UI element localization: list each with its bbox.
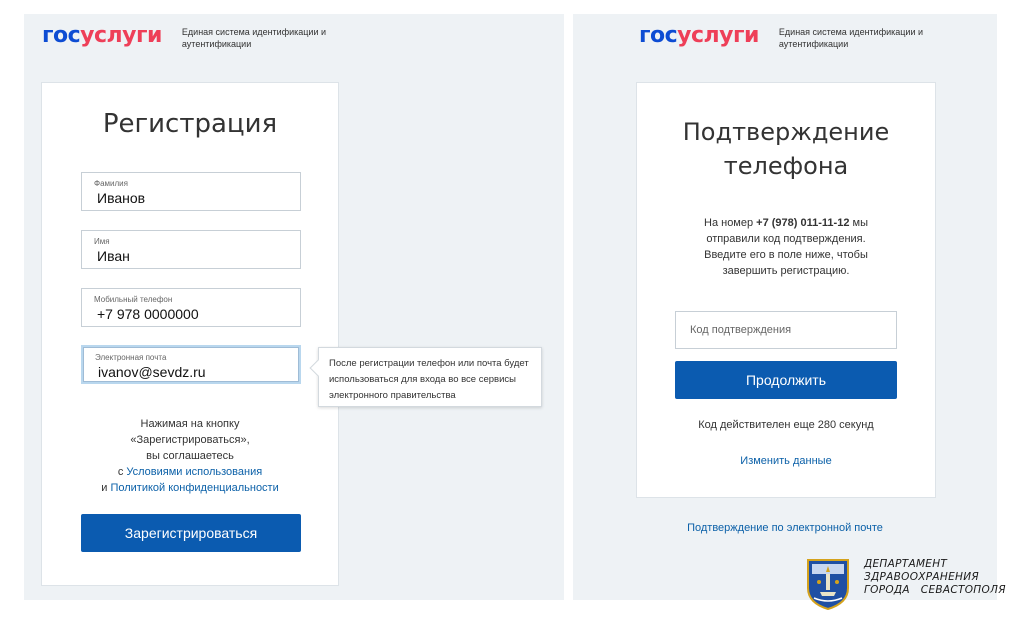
info-pre: На номер — [704, 217, 757, 229]
department-line-2: ЗДРАВООХРАНЕНИЯ — [864, 571, 979, 583]
confirmation-info: На номер +7 (978) 011-11-12 мы отправили… — [637, 215, 935, 279]
gosuslugi-logo[interactable]: госуслуги Единая система идентификации и… — [42, 24, 352, 50]
terms-link[interactable]: Условиями использования — [126, 466, 262, 478]
title-line-1: Подтверждение — [682, 118, 890, 146]
info-line-3: Введите его в поле ниже, чтобы — [704, 249, 868, 261]
phone-value: +7 978 0000000 — [97, 306, 199, 322]
logo-gos: гос — [639, 23, 678, 48]
logo-wordmark: госуслуги — [42, 24, 162, 48]
page-title: Регистрация — [102, 109, 278, 139]
registration-card: Регистрация Фамилия Иванов Имя Иван Моби… — [41, 82, 339, 586]
info-line-2: отправили код подтверждения. — [706, 233, 866, 245]
registration-panel: госуслуги Единая система идентификации и… — [24, 14, 564, 600]
info-line-4: завершить регистрацию. — [722, 265, 850, 277]
department-line-3: ГОРОДА СЕВАСТОПОЛЯ — [864, 584, 1006, 596]
logo-subtitle: Единая система идентификации и аутентифи… — [181, 27, 326, 49]
change-data-link[interactable]: Изменить данные — [637, 455, 935, 467]
name-label: Имя — [94, 237, 110, 246]
email-value: ivanov@sevdz.ru — [98, 364, 206, 380]
agreement-line-1: Нажимая на кнопку — [140, 418, 240, 430]
email-field[interactable]: Электронная почта ivanov@sevdz.ru — [81, 345, 301, 384]
name-value: Иван — [97, 248, 130, 264]
gosuslugi-logo[interactable]: госуслуги Единая система идентификации и… — [639, 24, 949, 50]
confirmation-code-input[interactable] — [676, 312, 896, 348]
privacy-link[interactable]: Политикой конфиденциальности — [110, 482, 278, 494]
department-name: ДЕПАРТАМЕНТ ЗДРАВООХРАНЕНИЯ ГОРОДА СЕВАС… — [864, 558, 1006, 597]
surname-label: Фамилия — [94, 179, 128, 188]
surname-value: Иванов — [97, 190, 146, 206]
name-field[interactable]: Имя Иван — [81, 230, 301, 269]
department-logo: ДЕПАРТАМЕНТ ЗДРАВООХРАНЕНИЯ ГОРОДА СЕВАС… — [806, 558, 1006, 610]
logo-subtitle: Единая система идентификации и аутентифи… — [778, 27, 923, 49]
logo-uslugi: услуги — [80, 23, 162, 48]
surname-field[interactable]: Фамилия Иванов — [81, 172, 301, 211]
confirmation-code-field[interactable] — [675, 311, 897, 349]
logo-wordmark: госуслуги — [639, 24, 759, 48]
tooltip-text: После регистрации телефон или почта буде… — [329, 358, 529, 401]
email-tooltip: После регистрации телефон или почта буде… — [309, 347, 542, 407]
continue-button[interactable]: Продолжить — [675, 361, 897, 399]
info-post: мы — [849, 217, 868, 229]
agreement-line-2: «Зарегистрироваться», — [130, 434, 250, 446]
confirmation-card: Подтверждение телефона На номер +7 (978)… — [636, 82, 936, 498]
email-confirmation-link[interactable]: Подтверждение по электронной почте — [573, 522, 997, 534]
email-label: Электронная почта — [95, 353, 167, 362]
info-phone-number: +7 (978) 011-11-12 — [756, 217, 850, 229]
title-line-2: телефона — [723, 152, 849, 180]
phone-confirmation-panel: госуслуги Единая система идентификации и… — [573, 14, 997, 600]
register-button[interactable]: Зарегистрироваться — [81, 514, 301, 552]
logo-gos: гос — [42, 23, 81, 48]
logo-uslugi: услуги — [677, 23, 759, 48]
code-timer: Код действителен еще 280 секунд — [698, 419, 874, 431]
agreement-text: Нажимая на кнопку «Зарегистрироваться», … — [42, 416, 338, 496]
phone-field[interactable]: Мобильный телефон +7 978 0000000 — [81, 288, 301, 327]
department-line-1: ДЕПАРТАМЕНТ — [864, 558, 948, 570]
sevastopol-coat-of-arms-icon — [807, 559, 849, 610]
page-title: Подтверждение телефона — [637, 115, 935, 183]
phone-label: Мобильный телефон — [94, 295, 173, 304]
agreement-line-3: вы соглашаетесь — [146, 450, 234, 462]
